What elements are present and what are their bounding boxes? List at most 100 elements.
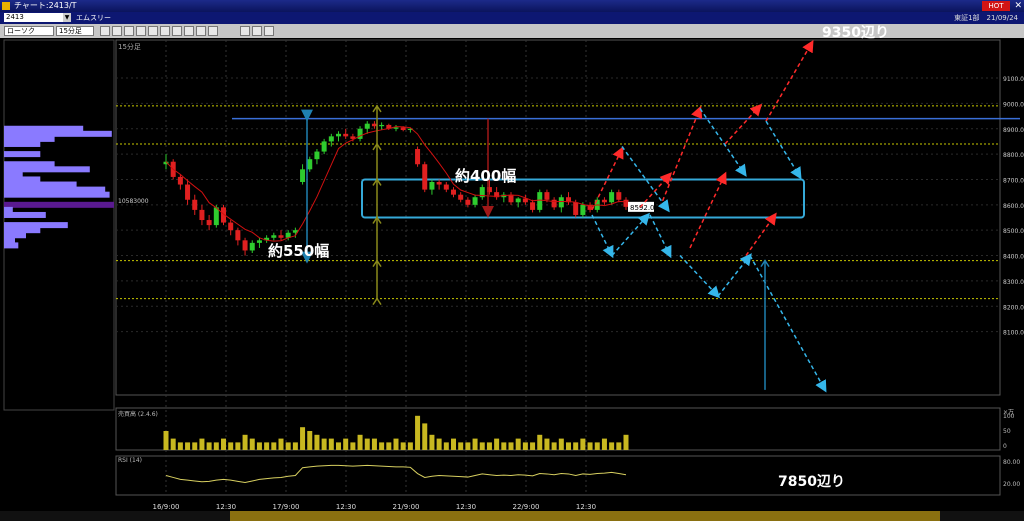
volume-bar xyxy=(465,442,471,450)
zoom-out-icon[interactable] xyxy=(112,26,122,36)
timeframe-select[interactable]: 15分足 xyxy=(56,26,94,36)
volume-bar xyxy=(242,434,248,450)
volume-tick-label: 0 xyxy=(1003,443,1007,450)
x-tick-label: 22/9:00 xyxy=(513,503,540,511)
volume-bar xyxy=(429,434,435,450)
candle-body xyxy=(508,194,514,203)
volume-bar xyxy=(609,442,615,450)
candle-body xyxy=(364,123,370,129)
rsi-panel-label: RSI (14) xyxy=(118,457,142,464)
y-tick-label: 8300.0 xyxy=(1003,279,1024,286)
rsi-panel xyxy=(115,455,1001,496)
volume-bar xyxy=(364,438,370,450)
volume-bar xyxy=(256,442,262,450)
close-icon[interactable]: ✕ xyxy=(1014,0,1022,12)
candle-body xyxy=(249,242,255,251)
volume-bar xyxy=(601,438,607,450)
volume-bar xyxy=(407,442,413,450)
x-tick-label: 21/9:00 xyxy=(393,503,420,511)
volume-bar xyxy=(486,442,492,450)
y-tick-label: 9000.0 xyxy=(1003,101,1024,108)
volume-bar xyxy=(292,442,298,450)
volume-tick-label: 50 xyxy=(1003,428,1011,435)
candle-body xyxy=(422,164,428,190)
fib-icon[interactable] xyxy=(184,26,194,36)
candle-body xyxy=(371,123,377,127)
volume-bar xyxy=(573,442,579,450)
draw-line-icon[interactable] xyxy=(172,26,182,36)
candle-body xyxy=(616,192,622,200)
x-tick-label: 16/9:00 xyxy=(153,503,180,511)
settings-icon[interactable] xyxy=(208,26,218,36)
candle-body xyxy=(443,184,449,190)
app-icon xyxy=(2,2,10,10)
text-icon[interactable] xyxy=(264,26,274,36)
volume-panel-label: 売買高 (2.4.6) xyxy=(118,410,158,418)
volume-bar xyxy=(321,438,327,450)
candle-body xyxy=(379,124,385,127)
exchange-date: 東証1部 21/09/24 xyxy=(954,14,1018,22)
volume-bar xyxy=(494,438,500,450)
candle-body xyxy=(436,182,442,185)
volume-bar xyxy=(386,442,392,450)
circle-icon[interactable] xyxy=(240,26,250,36)
candle-body xyxy=(192,199,198,210)
x-tick-label: 17/9:00 xyxy=(273,503,300,511)
marker-icon[interactable] xyxy=(196,26,206,36)
profile-bar xyxy=(4,191,110,198)
volume-bar xyxy=(221,438,226,450)
y-tick-label: 8500.0 xyxy=(1003,228,1024,235)
volume-bar xyxy=(616,442,622,450)
volume-bar xyxy=(314,434,320,450)
candle-body xyxy=(228,222,234,231)
hot-button[interactable]: HOT xyxy=(982,1,1010,11)
candle-body xyxy=(256,240,262,243)
volume-bar xyxy=(558,438,564,450)
wave-icon[interactable] xyxy=(252,26,262,36)
volume-bar xyxy=(422,423,428,450)
candle-body xyxy=(314,151,320,160)
candle-body xyxy=(177,176,183,185)
volume-bar xyxy=(228,442,234,450)
volume-panel xyxy=(115,407,1001,451)
candle-body xyxy=(609,192,615,203)
volume-bar xyxy=(170,438,176,450)
bar-chart-icon[interactable] xyxy=(136,26,146,36)
volume-bar xyxy=(501,442,507,450)
y-tick-label: 8900.0 xyxy=(1003,127,1024,134)
zoom-in-icon[interactable] xyxy=(100,26,110,36)
volume-bar xyxy=(522,442,528,450)
volume-bar xyxy=(213,442,219,450)
chevron-down-icon[interactable]: ▼ xyxy=(63,13,71,22)
candle-body xyxy=(580,204,586,215)
symbol-bar: 2413 ▼ エムスリー 東証1部 21/09/24 xyxy=(0,12,1024,24)
symbol-input[interactable]: 2413 xyxy=(4,13,68,22)
profile-bar xyxy=(4,140,41,147)
annotation-target-low: 7850辺り xyxy=(778,473,845,490)
annotation-550: 約550幅 xyxy=(268,242,329,260)
profile-bar xyxy=(4,201,114,208)
volume-bar xyxy=(328,438,334,450)
line-chart-icon[interactable] xyxy=(148,26,158,36)
chart-type-select[interactable]: ローソク xyxy=(4,26,54,36)
x-tick-label: 12:30 xyxy=(216,503,236,511)
volume-bar xyxy=(271,442,277,450)
candle-body xyxy=(451,189,456,195)
volume-bar xyxy=(185,442,191,450)
y-tick-label: 8600.0 xyxy=(1003,203,1024,210)
volume-bar xyxy=(623,434,629,450)
candle-icon[interactable] xyxy=(160,26,170,36)
timeframe-label: 15分足 xyxy=(118,42,141,51)
candle-body xyxy=(558,197,564,208)
candle-body xyxy=(530,202,536,210)
volume-bar xyxy=(580,438,586,450)
candle-body xyxy=(515,198,521,203)
x-tick-label: 12:30 xyxy=(336,503,356,511)
volume-bar xyxy=(415,415,421,450)
y-tick-label: 8700.0 xyxy=(1003,177,1024,184)
candle-body xyxy=(271,235,277,238)
volume-bar xyxy=(264,442,270,450)
volume-bar xyxy=(379,442,385,450)
volume-tick-label: 100 xyxy=(1003,413,1015,420)
grid-icon[interactable] xyxy=(124,26,134,36)
